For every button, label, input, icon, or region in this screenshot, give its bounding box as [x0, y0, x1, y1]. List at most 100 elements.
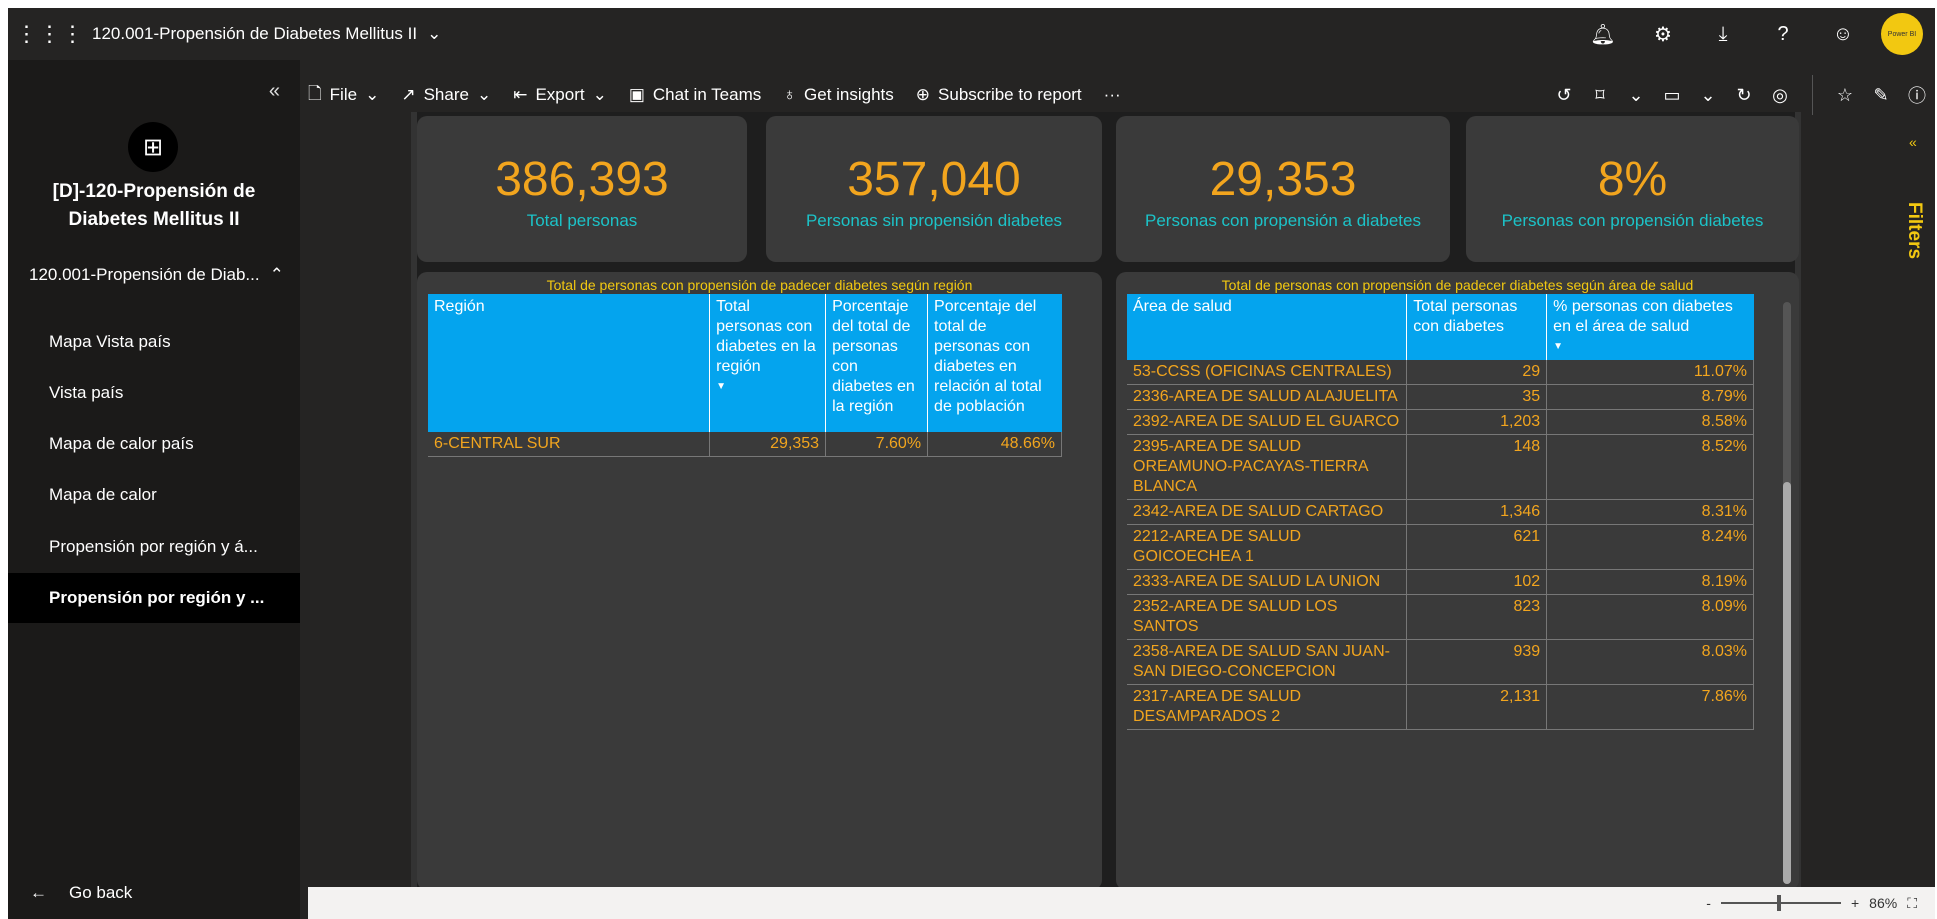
refresh-icon[interactable]: ↻ [1726, 85, 1762, 106]
column-header-area[interactable]: Área de salud [1127, 294, 1408, 360]
zoom-out-button[interactable]: - [1706, 895, 1711, 911]
more-options-button[interactable]: ··· [1104, 85, 1121, 105]
sidebar: « ⊞ [D]-120-Propensión de Diabetes Melli… [8, 60, 300, 919]
table-row[interactable]: 2392-AREA DE SALUD EL GUARCO 1,203 8.58% [1127, 409, 1754, 435]
share-button[interactable]: ↗ Share ⌄ [401, 85, 491, 105]
sidebar-item-propension-region-area[interactable]: Propensión por región y á... [8, 522, 300, 572]
subscribe-button[interactable]: ⊕ Subscribe to report [916, 85, 1082, 105]
sidebar-item-label: Vista país [49, 383, 124, 402]
region-table-visual[interactable]: Total de personas con propensión de pade… [417, 272, 1102, 890]
table-cell: 621 [1406, 524, 1548, 570]
filters-pane[interactable]: « Filters [1895, 112, 1935, 895]
table-cell: 8.31% [1546, 499, 1754, 525]
zoom-slider[interactable] [1720, 895, 1841, 911]
table-row[interactable]: 2352-AREA DE SALUD LOS SANTOS 823 8.09% [1127, 594, 1754, 640]
chevron-down-icon: ⌄ [427, 24, 442, 43]
insights-label: Get insights [804, 85, 894, 104]
expand-filters-icon[interactable]: « [1909, 134, 1917, 150]
gear-icon[interactable]: ⚙ [1633, 22, 1693, 47]
kpi-card-con-propension[interactable]: 29,353 Personas con propensión a diabete… [1116, 116, 1450, 262]
table-scrollbar[interactable] [1783, 302, 1791, 884]
sidebar-item-vista-pais[interactable]: Vista país [8, 368, 300, 418]
table-cell: 1,203 [1406, 409, 1548, 435]
kpi-label: Personas sin propensión diabetes [805, 211, 1063, 230]
table-row[interactable]: 2336-AREA DE SALUD ALAJUELITA 35 8.79% [1127, 384, 1754, 410]
chevron-down-icon: ⌄ [365, 85, 380, 104]
file-icon: 🗋 [308, 83, 322, 103]
table-row[interactable]: 2212-AREA DE SALUD GOICOECHEA 1 621 8.24% [1127, 524, 1754, 570]
help-icon[interactable]: ? [1753, 23, 1813, 46]
view-icon[interactable]: ▭ [1654, 85, 1690, 106]
area-table-visual[interactable]: Total de personas con propensión de pade… [1116, 272, 1799, 890]
scrollbar-thumb[interactable] [1783, 482, 1791, 884]
chevron-down-icon[interactable]: ⌄ [1618, 85, 1654, 106]
go-back-button[interactable]: ← Go back [30, 883, 132, 903]
zoom-level: 86% [1869, 895, 1898, 911]
edit-icon[interactable]: ✎ [1863, 85, 1899, 106]
kpi-card-total-personas[interactable]: 386,393 Total personas [417, 116, 747, 262]
fit-page-icon[interactable]: ⛶ [1907, 895, 1917, 912]
info-icon[interactable]: ⓘ [1899, 82, 1935, 108]
nav-group-report[interactable]: 120.001-Propensión de Diab... ⌃ [29, 265, 284, 285]
comment-icon[interactable]: ◎ [1762, 85, 1798, 106]
zoom-in-button[interactable]: + [1851, 895, 1859, 911]
export-label: Export [535, 85, 585, 104]
table-cell: 8.79% [1546, 384, 1754, 410]
sidebar-item-mapa-calor-pais[interactable]: Mapa de calor país [8, 419, 300, 469]
table-row[interactable]: 53-CCSS (OFICINAS CENTRALES) 29 11.07% [1127, 360, 1754, 385]
table-row[interactable]: 2395-AREA DE SALUD OREAMUNO-PACAYAS-TIER… [1127, 434, 1754, 500]
file-label: File [329, 85, 358, 104]
column-header-total-diabetes[interactable]: Total personas con diabetes [1406, 294, 1548, 360]
smiley-icon[interactable]: ☺ [1813, 23, 1873, 46]
sidebar-item-propension-region-active[interactable]: Propensión por región y ... [8, 573, 300, 623]
subscribe-icon: ⊕ [915, 85, 931, 104]
download-icon[interactable]: ⤓ [1693, 23, 1753, 46]
column-header-porcentaje-region[interactable]: Porcentaje del total de personas con dia… [825, 294, 929, 432]
table-cell: 939 [1406, 639, 1548, 685]
reset-icon[interactable]: ↺ [1546, 85, 1582, 106]
table-cell: 35 [1406, 384, 1548, 410]
table-row[interactable]: 2317-AREA DE SALUD DESAMPARADOS 2 2,131 7.… [1127, 684, 1754, 730]
table-cell: 2317-AREA DE SALUD DESAMPARADOS 2 [1127, 684, 1408, 730]
get-insights-button[interactable]: ♁ Get insights [783, 85, 894, 105]
table-cell: 29,353 [709, 432, 827, 457]
chevron-up-icon: ⌃ [269, 265, 284, 284]
file-menu-button[interactable]: 🗋 File ⌄ [308, 81, 379, 110]
sidebar-item-mapa-vista-pais[interactable]: Mapa Vista país [8, 317, 300, 367]
kpi-value: 29,353 [1209, 153, 1357, 206]
bookmark-icon[interactable]: ⌑ [1582, 85, 1618, 106]
kpi-card-sin-propension[interactable]: 357,040 Personas sin propensión diabetes [766, 116, 1102, 262]
bell-icon[interactable]: 🔔︎ [1573, 22, 1633, 47]
table-cell: 823 [1406, 594, 1548, 640]
table-row[interactable]: 2358-AREA DE SALUD SAN JUAN-SAN DIEGO-CO… [1127, 639, 1754, 685]
collapse-nav-icon[interactable]: « [269, 80, 280, 103]
report-title: 120.001-Propensión de Diabetes Mellitus … [92, 24, 418, 43]
kpi-card-porcentaje[interactable]: 8% Personas con propensión diabetes [1466, 116, 1799, 262]
zoom-slider-knob[interactable] [1776, 895, 1781, 911]
share-icon: ↗ [401, 85, 416, 104]
table-row[interactable]: 6-CENTRAL SUR 29,353 7.60% 48.66% [428, 432, 1062, 457]
column-header-total[interactable]: Total personas con diabetes en la región… [709, 294, 827, 432]
star-icon[interactable]: ☆ [1827, 85, 1863, 106]
sidebar-item-label: Mapa de calor país [49, 434, 194, 453]
table-cell: 102 [1406, 569, 1548, 595]
app-launcher-icon[interactable]: ⋮⋮⋮ [8, 21, 92, 47]
export-button[interactable]: ⇤ Export ⌄ [513, 85, 607, 105]
avatar[interactable]: Power BI [1881, 13, 1923, 55]
table-cell: 8.58% [1546, 409, 1754, 435]
column-header-porcentaje-poblacion[interactable]: Porcentaje del total de personas con dia… [927, 294, 1062, 432]
app-window: ⋮⋮⋮ 120.001-Propensión de Diabetes Melli… [8, 8, 1935, 919]
chevron-down-icon[interactable]: ⌄ [1690, 85, 1726, 106]
table-cell: 7.60% [825, 432, 929, 457]
sidebar-item-label: Mapa de calor [49, 485, 157, 504]
workspace-logo-icon: ⊞ [128, 122, 178, 172]
table-row[interactable]: 2333-AREA DE SALUD LA UNION 102 8.19% [1127, 569, 1754, 595]
table-cell: 2,131 [1406, 684, 1548, 730]
chat-in-teams-button[interactable]: ▣ Chat in Teams [629, 85, 761, 105]
table-cell: 6-CENTRAL SUR [428, 432, 711, 457]
column-header-region[interactable]: Región [428, 294, 711, 432]
table-row[interactable]: 2342-AREA DE SALUD CARTAGO 1,346 8.31% [1127, 499, 1754, 525]
sidebar-item-mapa-calor[interactable]: Mapa de calor [8, 470, 300, 520]
column-header-porcentaje-area[interactable]: % personas con diabetes en el área de sa… [1546, 294, 1754, 360]
report-title-dropdown[interactable]: 120.001-Propensión de Diabetes Mellitus … [92, 24, 441, 44]
